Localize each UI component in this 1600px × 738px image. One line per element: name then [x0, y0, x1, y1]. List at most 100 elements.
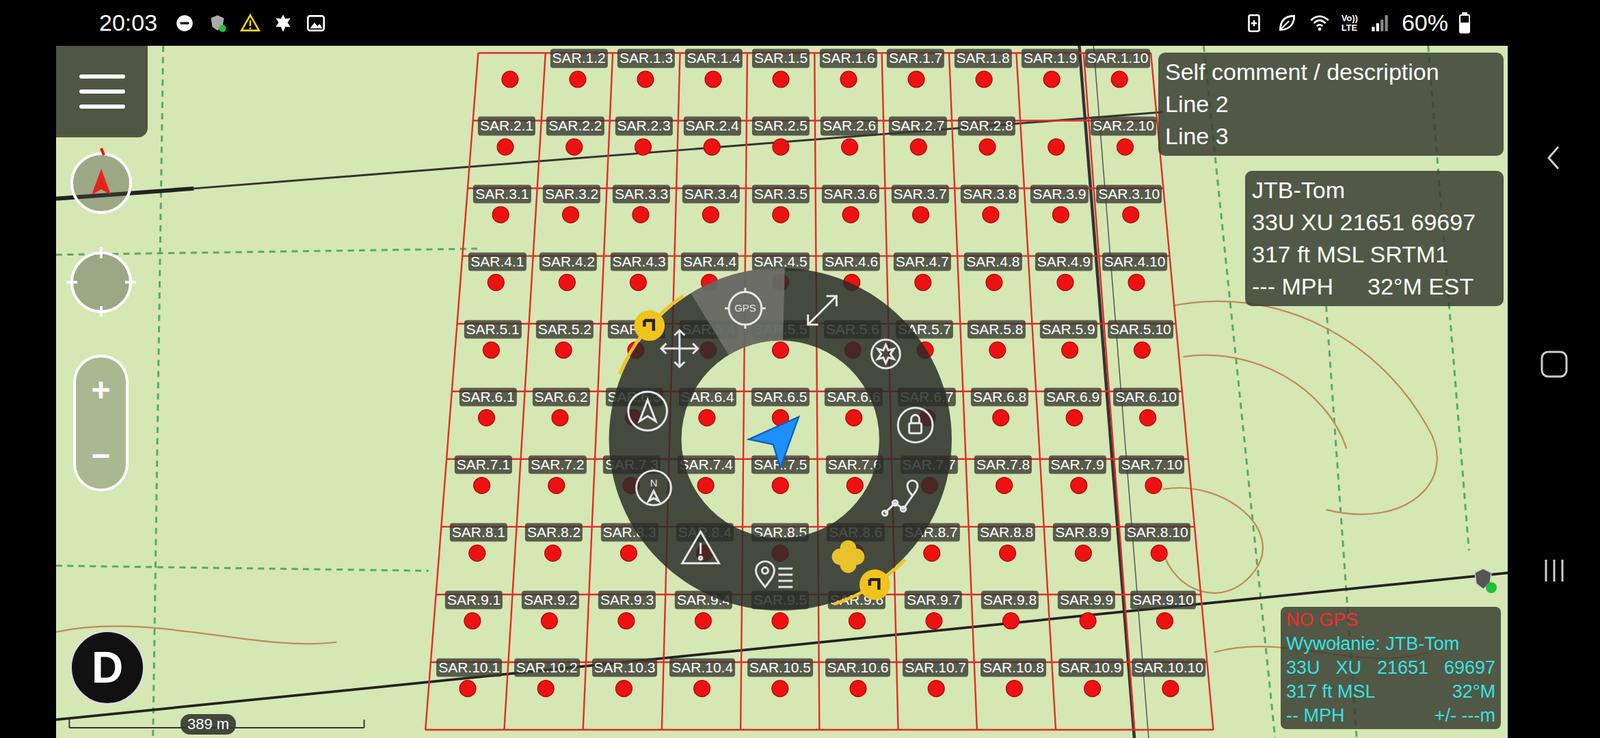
sector-dot[interactable]	[999, 545, 1017, 563]
sector-dot[interactable]	[482, 341, 500, 359]
sector-dot[interactable]	[1150, 545, 1168, 563]
sector-dot[interactable]	[1003, 613, 1020, 630]
sector-label[interactable]: SAR.10.5	[747, 658, 813, 677]
sector-label[interactable]: SAR.4.1	[468, 252, 526, 271]
sector-label[interactable]: SAR.1.9	[1021, 49, 1079, 68]
sector-label[interactable]: SAR.9.3	[598, 590, 656, 610]
sector-dot[interactable]	[1070, 477, 1088, 495]
sector-dot[interactable]	[982, 206, 999, 223]
sector-dot[interactable]	[544, 545, 562, 563]
sector-label[interactable]: SAR.4.3	[609, 252, 668, 271]
sector-dot[interactable]	[459, 681, 476, 698]
zoom-in-button[interactable]: +	[90, 374, 111, 407]
sector-label[interactable]: SAR.8.10	[1124, 523, 1191, 542]
radial-item[interactable]	[628, 391, 668, 431]
sector-label[interactable]: SAR.8.1	[449, 523, 508, 542]
sector-label[interactable]: SAR.10.2	[514, 658, 580, 677]
sector-label[interactable]: SAR.6.10	[1113, 387, 1179, 407]
sector-dot[interactable]	[985, 274, 1003, 291]
sector-dot[interactable]	[927, 681, 945, 698]
sector-label[interactable]: SAR.8.2	[525, 523, 583, 542]
sector-dot[interactable]	[912, 206, 930, 223]
sector-dot[interactable]	[487, 274, 504, 291]
sector-label[interactable]: SAR.6.5	[751, 387, 809, 407]
sector-label[interactable]: SAR.1.7	[886, 49, 945, 68]
sector-dot[interactable]	[996, 477, 1013, 495]
sector-dot[interactable]	[464, 613, 481, 630]
resize-handle[interactable]	[859, 569, 891, 601]
sector-dot[interactable]	[615, 681, 632, 698]
sector-dot[interactable]	[1074, 545, 1092, 563]
badge-icon[interactable]	[871, 339, 901, 369]
sector-dot[interactable]	[562, 206, 580, 223]
sector-dot[interactable]	[925, 613, 943, 630]
sector-dot[interactable]	[1057, 274, 1074, 291]
radial-item[interactable]	[882, 480, 917, 516]
sector-label[interactable]: SAR.3.1	[473, 184, 531, 204]
sector-dot[interactable]	[840, 71, 857, 88]
sector-label[interactable]: SAR.9.8	[981, 590, 1039, 610]
sector-label[interactable]: SAR.6.2	[531, 387, 590, 407]
sector-dot[interactable]	[540, 613, 558, 630]
sector-dot[interactable]	[1139, 409, 1157, 426]
menu-button[interactable]	[56, 45, 148, 138]
sector-label[interactable]: SAR.9.9	[1057, 590, 1116, 610]
sector-label[interactable]: SAR.3.6	[821, 184, 880, 204]
sector-dot[interactable]	[492, 206, 509, 223]
sector-label[interactable]: SAR.8.9	[1052, 523, 1111, 542]
sector-label[interactable]: SAR.3.7	[890, 184, 949, 204]
sector-dot[interactable]	[1005, 681, 1023, 698]
sector-label[interactable]: SAR.7.8	[974, 455, 1032, 474]
locate-button[interactable]	[70, 251, 132, 314]
sector-dot[interactable]	[469, 545, 486, 563]
sector-dot[interactable]	[569, 71, 586, 88]
sector-label[interactable]: SAR.3.9	[1030, 184, 1088, 204]
sector-label[interactable]: SAR.1.4	[684, 49, 742, 68]
gps-icon[interactable]: GPS	[724, 287, 766, 329]
sector-dot[interactable]	[1084, 681, 1101, 698]
radial-item[interactable]	[661, 330, 699, 368]
sector-dot[interactable]	[771, 681, 789, 698]
radial-item[interactable]	[832, 540, 865, 574]
sector-dot[interactable]	[1122, 206, 1140, 223]
sector-label[interactable]: SAR.6.8	[970, 387, 1029, 407]
sector-dot[interactable]	[1156, 613, 1174, 630]
sector-dot[interactable]	[473, 477, 491, 495]
radial-item[interactable]	[808, 296, 837, 325]
sector-dot[interactable]	[1061, 341, 1079, 359]
pin-list-icon[interactable]	[756, 562, 794, 588]
sector-dot[interactable]	[842, 206, 859, 223]
sector-dot[interactable]	[1145, 477, 1162, 495]
sector-label[interactable]: SAR.3.8	[960, 184, 1019, 204]
sector-dot[interactable]	[497, 138, 514, 156]
sector-dot[interactable]	[555, 341, 572, 359]
sector-label[interactable]: SAR.2.5	[752, 116, 810, 136]
sector-dot[interactable]	[694, 681, 711, 698]
sector-label[interactable]: SAR.4.8	[964, 252, 1022, 271]
sector-dot[interactable]	[989, 341, 1006, 359]
sector-label[interactable]: SAR.5.10	[1107, 320, 1174, 339]
sector-label[interactable]: SAR.4.4	[681, 252, 739, 271]
sector-label[interactable]: SAR.1.3	[617, 49, 675, 68]
sector-label[interactable]: SAR.2.6	[820, 116, 878, 136]
sector-label[interactable]: SAR.10.1	[436, 658, 502, 677]
sector-dot[interactable]	[620, 545, 637, 563]
sector-dot[interactable]	[478, 409, 496, 426]
sector-dot[interactable]	[1117, 138, 1134, 156]
sector-dot[interactable]	[914, 274, 932, 291]
recents-icon[interactable]	[1533, 550, 1575, 592]
clover-icon[interactable]	[832, 540, 865, 574]
sector-dot[interactable]	[630, 274, 647, 291]
sector-label[interactable]: SAR.7.9	[1048, 455, 1107, 474]
sector-label[interactable]: SAR.9.7	[904, 590, 963, 610]
sector-dot[interactable]	[697, 477, 714, 495]
home-icon[interactable]	[1533, 343, 1575, 385]
sector-dot[interactable]	[558, 274, 576, 291]
sector-label[interactable]: SAR.4.9	[1035, 252, 1093, 271]
sector-dot[interactable]	[537, 681, 554, 698]
sector-dot[interactable]	[1048, 138, 1065, 156]
sector-label[interactable]: SAR.10.8	[980, 658, 1047, 677]
sector-dot[interactable]	[849, 681, 867, 698]
sector-label[interactable]: SAR.4.6	[822, 252, 880, 271]
north-icon[interactable]: N	[636, 471, 672, 506]
